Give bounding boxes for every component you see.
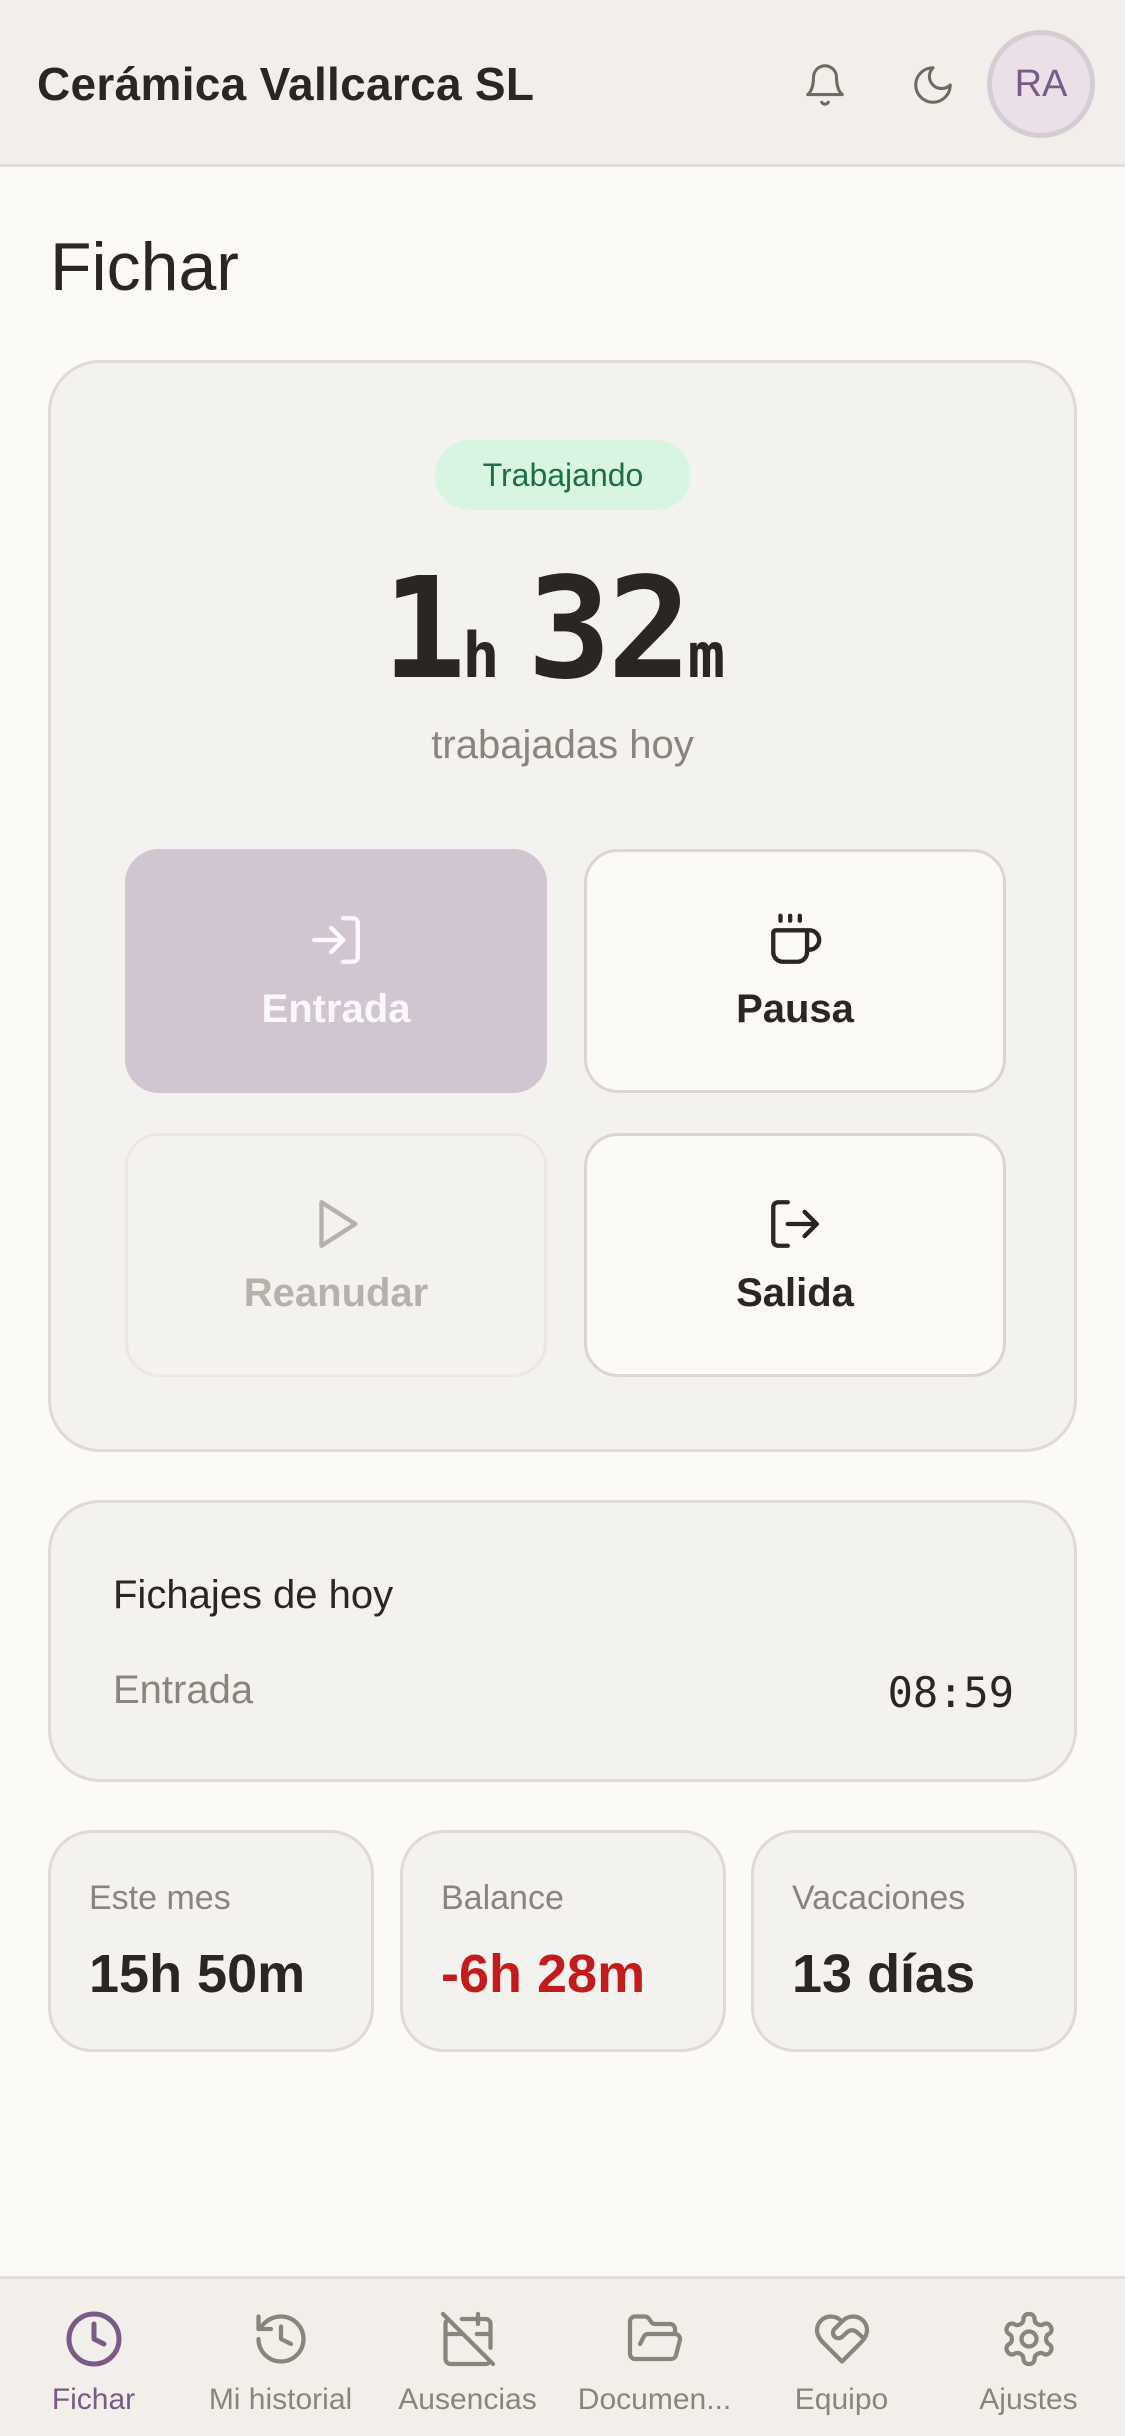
bottom-nav: Fichar Mi historial Ausencias Documen... [0,2276,1125,2436]
app-screen: Cerámica Vallcarca SL RA Fichar Trabajan… [0,0,1125,2436]
punch-type: Entrada [113,1668,254,1712]
todays-punches-title: Fichajes de hoy [113,1573,394,1617]
timer-minutes: 32 [527,548,692,711]
gear-icon [1003,2311,1054,2367]
nav-item-fichar[interactable]: Fichar [0,2279,187,2436]
stat-label: Balance [441,1879,564,1917]
stat-card-vacations: Vacaciones 13 días [751,1830,1077,2052]
nav-item-documentos[interactable]: Documen... [561,2279,748,2436]
heart-handshake-icon [814,2314,869,2364]
timer-label: trabajadas hoy [431,723,694,767]
log-in-icon [312,915,360,964]
reanudar-button[interactable]: Reanudar [125,1133,547,1377]
stat-value: 13 días [792,1944,976,2004]
todays-punches-card: Fichajes de hoy Entrada 08:59 [48,1500,1077,1782]
nav-label: Documen... [577,2383,732,2416]
top-bar: Cerámica Vallcarca SL RA [0,0,1125,167]
timer-minutes-unit: m [687,619,726,692]
stat-card-balance: Balance -6h 28m [400,1830,726,2052]
nav-label: Equipo [794,2383,889,2416]
nav-item-equipo[interactable]: Equipo [748,2279,935,2436]
pausa-label: Pausa [736,986,854,1031]
timer-hours-unit: h [462,619,500,692]
stat-label: Este mes [89,1879,231,1917]
entrada-label: Entrada [261,986,411,1031]
worked-time: 1h 32m [51,548,1074,711]
entrada-button[interactable]: Entrada [125,849,547,1093]
moon-icon[interactable] [908,60,958,110]
stat-value: 15h 50m [89,1944,306,2004]
nav-item-ajustes[interactable]: Ajustes [935,2279,1122,2436]
pausa-button[interactable]: Pausa [584,849,1006,1093]
nav-item-ausencias[interactable]: Ausencias [374,2279,561,2436]
nav-label: Mi historial [208,2383,353,2416]
clock-icon [66,2311,121,2367]
stat-label: Vacaciones [792,1879,966,1917]
bell-icon[interactable] [800,60,850,110]
page-title: Fichar [50,229,239,305]
stat-value: -6h 28m [441,1944,646,2004]
history-icon [255,2314,306,2364]
nav-label: Ausencias [398,2383,537,2416]
salida-button[interactable]: Salida [584,1133,1006,1377]
avatar[interactable]: RA [987,30,1095,138]
coffee-icon [771,913,822,964]
salida-label: Salida [736,1270,854,1315]
timer-hours: 1 [381,548,466,711]
status-badge: Trabajando [435,440,691,510]
nav-label: Fichar [51,2383,136,2416]
clock-card: Trabajando 1h 32m trabajadas hoy Entrada… [48,360,1077,1452]
play-icon [319,1199,358,1248]
nav-label: Ajustes [979,2383,1078,2416]
calendar-off-icon [440,2311,495,2367]
log-out-icon [771,1199,819,1248]
reanudar-label: Reanudar [243,1270,429,1315]
punch-time: 08:59 [887,1668,1014,1717]
folder-icon [627,2314,682,2362]
stat-card-month: Este mes 15h 50m [48,1830,374,2052]
nav-item-historial[interactable]: Mi historial [187,2279,374,2436]
company-name: Cerámica Vallcarca SL [37,58,535,110]
